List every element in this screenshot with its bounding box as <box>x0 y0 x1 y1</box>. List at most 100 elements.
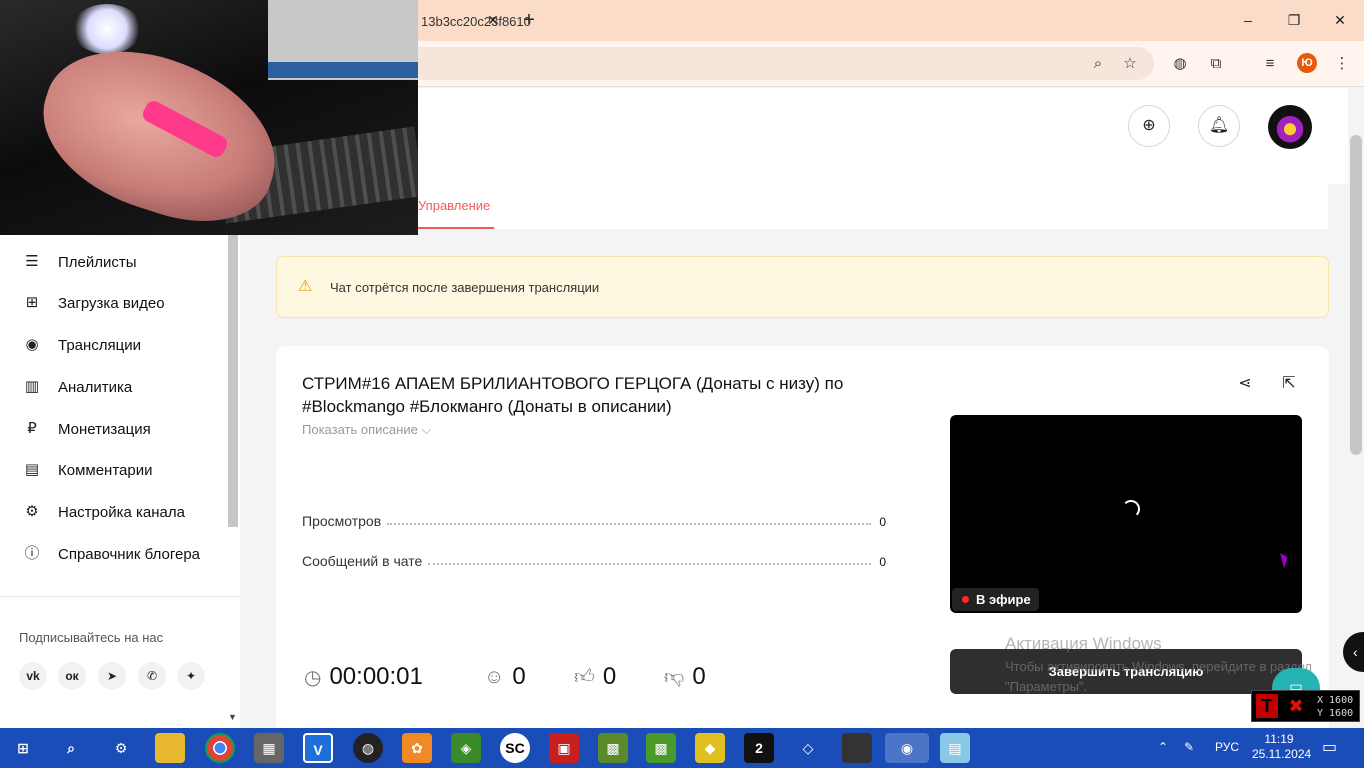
game-launcher-icon[interactable]: ◈ <box>451 733 481 763</box>
dark-app-icon[interactable] <box>842 733 872 763</box>
notifications-icon[interactable]: ▭ <box>1322 737 1337 757</box>
minecraft-launcher-icon[interactable]: ▩ <box>646 733 676 763</box>
gear-icon: ⚙ <box>25 503 39 520</box>
stream-tabs <box>418 182 1328 229</box>
start-button-windows-icon[interactable]: ⊞ <box>8 733 38 763</box>
sidebar-divider <box>0 596 240 597</box>
warning-icon: ⚠ <box>298 278 313 295</box>
sidebar-item-channel-settings[interactable]: ⚙ Настройка канала <box>20 500 185 524</box>
clock[interactable]: 11:19 25.11.2024 <box>1252 732 1312 762</box>
create-button[interactable]: ⊕ <box>1128 105 1170 147</box>
profile-avatar[interactable]: Ю <box>1297 53 1317 73</box>
user-avatar[interactable] <box>1268 105 1312 149</box>
sidebar-item-comments[interactable]: ▤ Комментарии <box>20 458 153 482</box>
chevron-left-icon: ‹ <box>1353 644 1358 660</box>
zoom-icon[interactable]: ⌕ <box>1087 53 1109 75</box>
language-indicator[interactable]: РУС <box>1215 740 1239 754</box>
v-app-icon[interactable]: V <box>303 733 333 763</box>
stat-value: 0 <box>879 515 886 529</box>
notepad-icon[interactable]: ▤ <box>940 733 970 763</box>
sidebar-item-blogger-guide[interactable]: ⓘ Справочник блогера <box>20 542 200 566</box>
page-scrollbar[interactable] <box>1350 135 1362 455</box>
coordinate-y: Y 1600 <box>1317 708 1354 719</box>
vk-icon[interactable]: vk <box>19 662 47 690</box>
webcam-monitor-taskbar <box>268 62 418 78</box>
bluestacks-icon[interactable]: ◆ <box>695 733 725 763</box>
active-tab-indicator <box>418 227 494 229</box>
omnibox[interactable] <box>400 47 1154 80</box>
follow-us-label: Подписывайтесь на нас <box>19 630 164 645</box>
notifications-button[interactable]: 🔔︎ <box>1198 105 1240 147</box>
external-link-icon[interactable]: ⇱ <box>1278 373 1300 395</box>
fl-studio-icon[interactable]: ✿ <box>402 733 432 763</box>
playlist-icon: ☰ <box>25 253 39 270</box>
overlay-logo2-icon: ✖ <box>1288 696 1304 716</box>
broadcast-icon: ◉ <box>25 336 39 353</box>
settings-gear-icon[interactable]: ⚙ <box>106 733 136 763</box>
ruble-icon: ₽ <box>27 420 37 437</box>
tab-manage[interactable]: Управление <box>418 198 490 213</box>
obs-icon[interactable]: ◍ <box>353 733 383 763</box>
sidebar-item-label: Справочник блогера <box>58 545 201 563</box>
close-window-button[interactable]: ✕ <box>1330 10 1350 30</box>
overlay-logo-icon: T <box>1256 694 1278 718</box>
sidebar-item-upload[interactable]: ⊞ Загрузка видео <box>20 291 165 315</box>
sidebar-item-label: Монетизация <box>58 420 151 438</box>
chrome-icon[interactable] <box>205 733 235 763</box>
two-app-icon[interactable]: 2 <box>744 733 774 763</box>
ok-icon[interactable]: ок <box>58 662 86 690</box>
metric-duration: ◷ 00:00:01 <box>304 662 423 692</box>
translate-icon[interactable]: ◍ <box>1169 53 1191 75</box>
warning-text: Чат сотрётся после завершения трансляции <box>330 280 600 295</box>
sidebar-item-broadcasts[interactable]: ◉ Трансляции <box>20 333 141 357</box>
media-control-icon[interactable]: ≡ <box>1259 53 1281 75</box>
chrome-active-icon[interactable]: ◉ <box>885 733 929 763</box>
stat-leader-dots <box>428 563 872 565</box>
windows-activation-title: Активация Windows <box>1005 634 1162 653</box>
clock-date: 25.11.2024 <box>1252 747 1312 761</box>
stat-row-chat-messages: Сообщений в чате 0 <box>302 551 886 569</box>
dislikes-value: 0 <box>692 663 706 690</box>
minimize-button[interactable]: – <box>1238 10 1258 30</box>
share-icon[interactable]: ⋖ <box>1234 373 1256 395</box>
viber-icon[interactable]: ✆ <box>138 662 166 690</box>
sidebar-item-label: Настройка канала <box>58 503 185 521</box>
bell-icon: 🔔︎ <box>1208 117 1230 134</box>
sidebar-item-analytics[interactable]: ▥ Аналитика <box>20 375 132 399</box>
url-text[interactable]: 13b3cc20c23f8610 <box>421 14 531 29</box>
pen-icon[interactable]: ✎ <box>1184 740 1194 754</box>
live-label: В эфире <box>976 592 1031 607</box>
bookmark-star-icon[interactable]: ☆ <box>1119 53 1141 75</box>
stat-value: 0 <box>879 555 886 569</box>
stat-label: Сообщений в чате <box>302 553 423 569</box>
show-description-label: Показать описание <box>302 422 418 437</box>
sidebar-scrollbar[interactable] <box>228 235 238 527</box>
tray-chevron-up-icon[interactable]: ⌃ <box>1158 740 1168 754</box>
file-explorer-icon[interactable] <box>155 733 185 763</box>
sidebar-scroll-down-icon[interactable]: ▼ <box>228 712 237 722</box>
viewers-value: 0 <box>512 663 526 690</box>
chevron-down-icon: ⌵ <box>421 422 432 437</box>
show-description-toggle[interactable]: Показать описание ⌵ <box>302 422 431 438</box>
thumbs-up-icon: 👍︎ <box>574 666 595 688</box>
webcam-overlay <box>0 0 418 235</box>
calculator-icon[interactable]: ▦ <box>254 733 284 763</box>
extensions-icon[interactable]: ⧉ <box>1205 53 1227 75</box>
likes-value: 0 <box>602 663 617 690</box>
comments-icon: ▤ <box>24 461 40 478</box>
live-dot-icon <box>962 596 969 603</box>
sc-app-icon[interactable]: SC <box>500 733 530 763</box>
sidebar-item-playlists[interactable]: ☰ Плейлисты <box>20 250 136 274</box>
metric-likes: 👍︎ 0 <box>574 662 616 692</box>
red-app-icon[interactable]: ▣ <box>549 733 579 763</box>
restore-button[interactable]: ❐ <box>1284 10 1304 30</box>
sidebar-item-monetization[interactable]: ₽ Монетизация <box>20 417 151 441</box>
user-circle-icon: ☺ <box>484 665 505 688</box>
zen-icon[interactable]: ✦ <box>177 662 205 690</box>
roblox-icon[interactable]: ◇ <box>793 733 823 763</box>
telegram-icon[interactable]: ➤ <box>98 662 126 690</box>
thumbs-down-icon: 👎︎ <box>664 666 685 688</box>
minecraft-icon[interactable]: ▩ <box>598 733 628 763</box>
search-icon[interactable]: ⌕ <box>56 733 86 763</box>
browser-menu-icon[interactable]: ⋮ <box>1331 53 1353 75</box>
